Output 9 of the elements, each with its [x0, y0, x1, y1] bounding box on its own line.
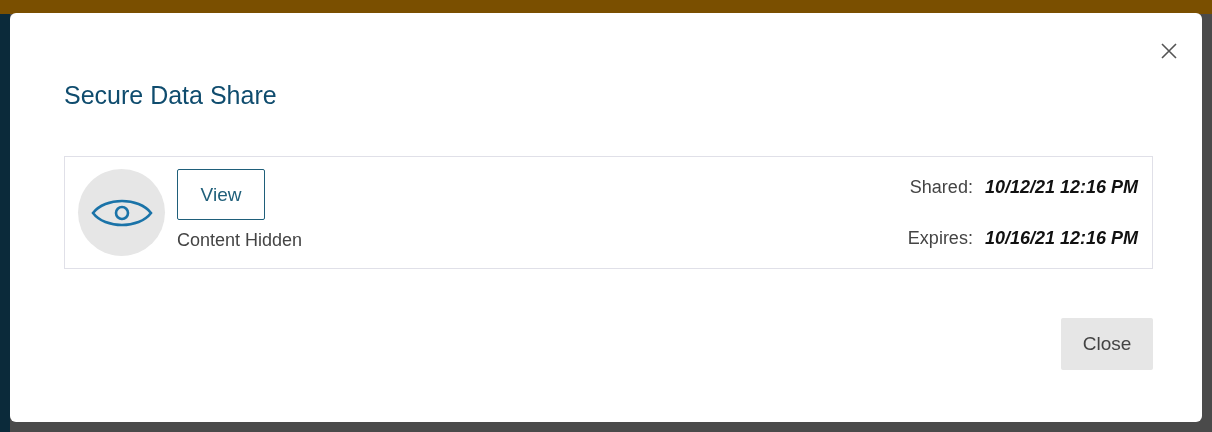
detail-value: 10/12/21 12:16 PM [984, 176, 1138, 198]
detail-label: Shared: [909, 176, 973, 198]
view-button[interactable]: View [177, 169, 265, 220]
detail-label: Expires: [907, 227, 973, 249]
close-icon[interactable] [1161, 43, 1177, 59]
dialog-title: Secure Data Share [64, 80, 278, 111]
content-status: Content Hidden [177, 230, 303, 251]
detail-value: 10/16/21 12:16 PM [984, 227, 1138, 249]
close-button[interactable]: Close [1061, 318, 1153, 370]
